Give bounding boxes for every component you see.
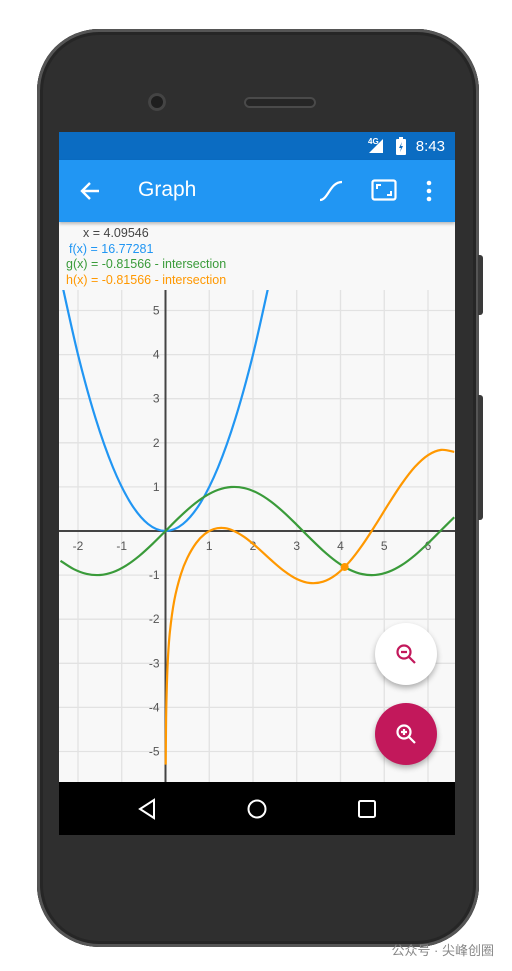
clock: 8:43	[415, 138, 445, 155]
y-tick-label: -4	[149, 700, 160, 714]
zoom-out-icon	[396, 644, 416, 664]
y-tick-label: -5	[149, 745, 160, 759]
home-icon[interactable]	[246, 798, 268, 820]
screen: 4G 8:43 Graph -2 -1 1 2 3 4 5 6 5 4 3 2 1 -1 -2 -3 -4 -5 …	[59, 132, 455, 835]
app-bar: Graph	[59, 160, 455, 222]
y-tick-label: -1	[149, 568, 160, 582]
volume-button	[478, 395, 483, 520]
y-tick-label: -2	[149, 612, 160, 626]
y-tick-label: 3	[153, 392, 160, 406]
nav-bar	[59, 782, 455, 835]
zoom-in-icon	[396, 724, 416, 744]
front-camera	[148, 93, 166, 111]
readout-x: x = 4.09546	[83, 226, 149, 240]
intersection-point	[340, 562, 349, 571]
y-tick-label: -3	[149, 656, 160, 670]
back-icon[interactable]	[137, 798, 157, 820]
readout-g: g(x) = -0.81566 - intersection	[66, 257, 227, 271]
x-tick-label: -2	[73, 539, 84, 553]
more-vert-icon[interactable]	[425, 180, 433, 202]
power-button	[478, 255, 483, 315]
curve-icon[interactable]	[318, 180, 344, 202]
zoom-out-button[interactable]	[375, 623, 437, 685]
y-tick-label: 4	[153, 348, 160, 362]
earpiece	[244, 97, 316, 108]
fit-screen-icon[interactable]	[371, 179, 397, 201]
watermark: 公众号 · 尖峰创圈	[391, 943, 494, 958]
readout-f: f(x) = 16.77281	[69, 241, 154, 256]
signal-icon	[369, 139, 383, 153]
plot-background	[59, 222, 455, 782]
arrow-left-icon[interactable]	[79, 180, 101, 202]
x-tick-label: 3	[293, 539, 300, 553]
y-tick-label: 2	[153, 436, 160, 450]
battery-icon	[396, 137, 406, 155]
zoom-in-button[interactable]	[375, 703, 437, 765]
readout-h: h(x) = -0.81566 - intersection	[66, 272, 227, 287]
y-tick-label: 1	[153, 480, 160, 494]
x-tick-label: 5	[381, 539, 388, 553]
recents-icon[interactable]	[357, 799, 377, 819]
status-bar: 4G 8:43	[59, 132, 455, 160]
y-tick-label: 5	[153, 304, 160, 318]
x-tick-label: -1	[116, 539, 127, 553]
x-tick-label: 4	[337, 539, 344, 553]
value-readout: x = 4.09546 f(x) = 16.77281 g(x) = -0.81…	[59, 226, 226, 288]
graph-canvas[interactable]: -2 -1 1 2 3 4 5 654321-1-2-3-4-5	[59, 222, 455, 782]
page-title: Graph	[138, 178, 197, 201]
x-tick-label: 1	[206, 539, 213, 553]
